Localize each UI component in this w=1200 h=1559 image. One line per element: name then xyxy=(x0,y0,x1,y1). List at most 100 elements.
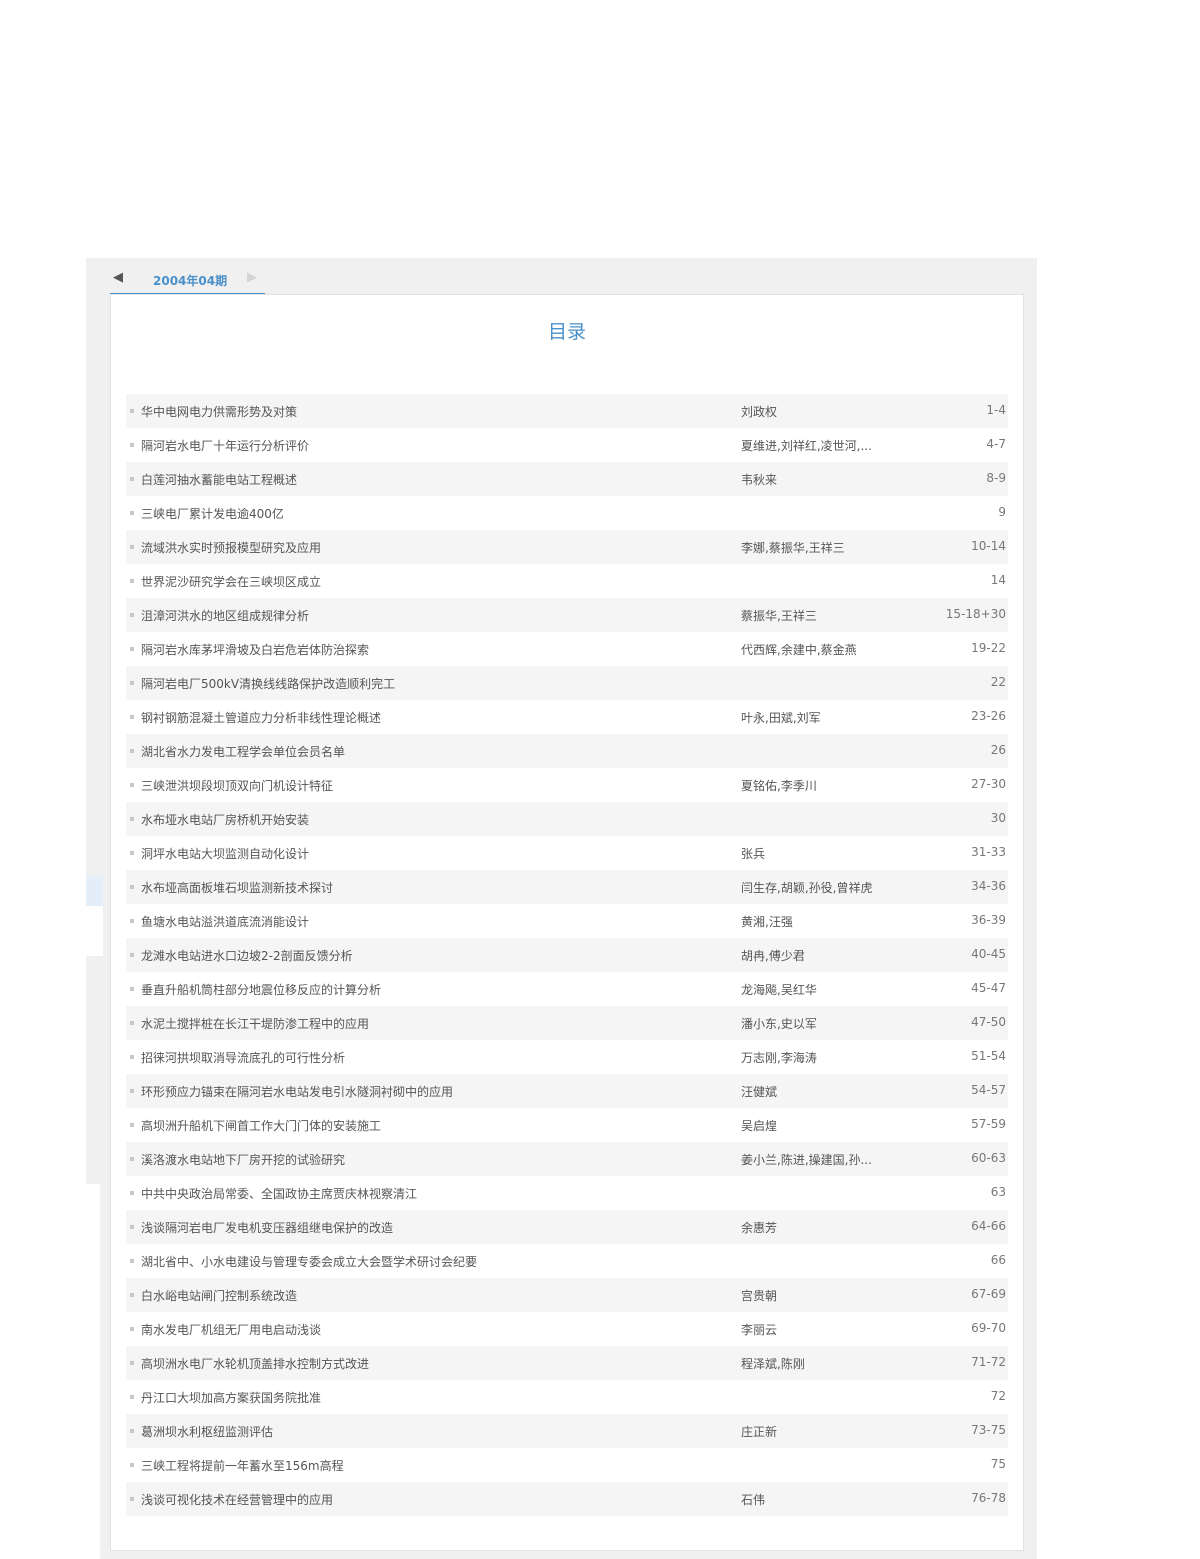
toc-row[interactable]: 鱼塘水电站溢洪道底流消能设计 黄湘,汪强 36-39 xyxy=(126,904,1008,938)
toc-row[interactable]: 环形预应力锚束在隔河岩水电站发电引水隧洞衬砌中的应用 汪健斌 54-57 xyxy=(126,1074,1008,1108)
bullet-icon xyxy=(130,1327,134,1331)
article-title-link[interactable]: 三峡泄洪坝段坝顶双向门机设计特征 xyxy=(141,777,333,794)
article-title-link[interactable]: 三峡工程将提前一年蓄水至156m高程 xyxy=(141,1457,344,1474)
bullet-icon xyxy=(130,1123,134,1127)
article-pages: 57-59 xyxy=(971,1117,1006,1131)
toc-row[interactable]: 浅谈隔河岩电厂发电机变压器组继电保护的改造 余惠芳 64-66 xyxy=(126,1210,1008,1244)
article-title-link[interactable]: 隔河岩水电厂十年运行分析评价 xyxy=(141,437,309,454)
bullet-icon xyxy=(130,545,134,549)
toc-row[interactable]: 隔河岩电厂500kV清换线线路保护改造顺利完工 22 xyxy=(126,666,1008,700)
toc-row[interactable]: 水布垭高面板堆石坝监测新技术探讨 闫生存,胡颖,孙役,曾祥虎 34-36 xyxy=(126,870,1008,904)
article-title-link[interactable]: 湖北省水力发电工程学会单位会员名单 xyxy=(141,743,345,760)
article-pages: 23-26 xyxy=(971,709,1006,723)
toc-row[interactable]: 洞坪水电站大坝监测自动化设计 张兵 31-33 xyxy=(126,836,1008,870)
article-title-link[interactable]: 华中电网电力供需形势及对策 xyxy=(141,403,297,420)
toc-row[interactable]: 南水发电厂机组无厂用电启动浅谈 李丽云 69-70 xyxy=(126,1312,1008,1346)
toc-row[interactable]: 丹江口大坝加高方案获国务院批准 72 xyxy=(126,1380,1008,1414)
article-title-link[interactable]: 高坝洲水电厂水轮机顶盖排水控制方式改进 xyxy=(141,1355,369,1372)
article-pages: 4-7 xyxy=(986,437,1006,451)
toc-row[interactable]: 白莲河抽水蓄能电站工程概述 韦秋来 8-9 xyxy=(126,462,1008,496)
article-title-link[interactable]: 高坝洲升船机下闸首工作大门门体的安装施工 xyxy=(141,1117,381,1134)
article-pages: 1-4 xyxy=(986,403,1006,417)
article-authors: 张兵 xyxy=(741,847,766,861)
article-title-link[interactable]: 白水峪电站闸门控制系统改造 xyxy=(141,1287,297,1304)
toc-row[interactable]: 溪洛渡水电站地下厂房开挖的试验研究 姜小兰,陈进,操建国,孙... 60-63 xyxy=(126,1142,1008,1176)
article-authors: 夏维进,刘祥红,凌世河,... xyxy=(741,439,872,453)
article-title-link[interactable]: 隔河岩水库茅坪滑坡及白岩危岩体防治探索 xyxy=(141,641,369,658)
article-title-link[interactable]: 南水发电厂机组无厂用电启动浅谈 xyxy=(141,1321,321,1338)
article-title-link[interactable]: 白莲河抽水蓄能电站工程概述 xyxy=(141,471,297,488)
toc-row[interactable]: 龙滩水电站进水口边坡2-2剖面反馈分析 胡冉,傅少君 40-45 xyxy=(126,938,1008,972)
toc-panel: 目录 华中电网电力供需形势及对策 刘政权 1-4 隔河岩水电厂十年运行分析评价 夏维进,… xyxy=(110,294,1024,1551)
toc-row[interactable]: 世界泥沙研究学会在三峡坝区成立 14 xyxy=(126,564,1008,598)
toc-row[interactable]: 流域洪水实时预报模型研究及应用 李娜,蔡振华,王祥三 10-14 xyxy=(126,530,1008,564)
toc-row[interactable]: 三峡泄洪坝段坝顶双向门机设计特征 夏铭佑,李季川 27-30 xyxy=(126,768,1008,802)
article-title-link[interactable]: 水布垭高面板堆石坝监测新技术探讨 xyxy=(141,879,333,896)
article-title-link[interactable]: 洞坪水电站大坝监测自动化设计 xyxy=(141,845,309,862)
article-title-link[interactable]: 水布垭水电站厂房桥机开始安装 xyxy=(141,811,309,828)
article-title-link[interactable]: 丹江口大坝加高方案获国务院批准 xyxy=(141,1389,321,1406)
toc-row[interactable]: 浅谈可视化技术在经营管理中的应用 石伟 76-78 xyxy=(126,1482,1008,1516)
toc-row[interactable]: 三峡电厂累计发电逾400亿 9 xyxy=(126,496,1008,530)
article-title-link[interactable]: 湖北省中、小水电建设与管理专委会成立大会暨学术研讨会纪要 xyxy=(141,1253,477,1270)
article-title-link[interactable]: 沮漳河洪水的地区组成规律分析 xyxy=(141,607,309,624)
bullet-icon xyxy=(130,715,134,719)
article-title-link[interactable]: 溪洛渡水电站地下厂房开挖的试验研究 xyxy=(141,1151,345,1168)
article-title-link[interactable]: 浅谈可视化技术在经营管理中的应用 xyxy=(141,1491,333,1508)
toc-row[interactable]: 高坝洲升船机下闸首工作大门门体的安装施工 吴启煌 57-59 xyxy=(126,1108,1008,1142)
article-pages: 27-30 xyxy=(971,777,1006,791)
article-title-link[interactable]: 招徕河拱坝取消导流底孔的可行性分析 xyxy=(141,1049,345,1066)
toc-row[interactable]: 葛洲坝水利枢纽监测评估 庄正新 73-75 xyxy=(126,1414,1008,1448)
triangle-right-icon[interactable]: ▶ xyxy=(247,270,257,285)
article-title-link[interactable]: 龙滩水电站进水口边坡2-2剖面反馈分析 xyxy=(141,947,353,964)
toc-row[interactable]: 湖北省水力发电工程学会单位会员名单 26 xyxy=(126,734,1008,768)
article-title-link[interactable]: 浅谈隔河岩电厂发电机变压器组继电保护的改造 xyxy=(141,1219,393,1236)
article-title-link[interactable]: 三峡电厂累计发电逾400亿 xyxy=(141,505,284,522)
toc-row[interactable]: 钢衬钢筋混凝土管道应力分析非线性理论概述 叶永,田斌,刘军 23-26 xyxy=(126,700,1008,734)
article-authors: 韦秋来 xyxy=(741,473,778,487)
bullet-icon xyxy=(130,783,134,787)
toc-row[interactable]: 水泥土搅拌桩在长江干堤防渗工程中的应用 潘小东,史以军 47-50 xyxy=(126,1006,1008,1040)
article-title-link[interactable]: 水泥土搅拌桩在长江干堤防渗工程中的应用 xyxy=(141,1015,369,1032)
toc-row[interactable]: 三峡工程将提前一年蓄水至156m高程 75 xyxy=(126,1448,1008,1482)
bullet-icon xyxy=(130,919,134,923)
toc-row[interactable]: 隔河岩水库茅坪滑坡及白岩危岩体防治探索 代西辉,余建中,蔡金燕 19-22 xyxy=(126,632,1008,666)
toc-row[interactable]: 招徕河拱坝取消导流底孔的可行性分析 万志刚,李海涛 51-54 xyxy=(126,1040,1008,1074)
article-pages: 67-69 xyxy=(971,1287,1006,1301)
article-authors: 吴启煌 xyxy=(741,1119,778,1133)
toc-row[interactable]: 华中电网电力供需形势及对策 刘政权 1-4 xyxy=(126,394,1008,428)
bullet-icon xyxy=(130,1395,134,1399)
article-title-link[interactable]: 世界泥沙研究学会在三峡坝区成立 xyxy=(141,573,321,590)
article-title-link[interactable]: 葛洲坝水利枢纽监测评估 xyxy=(141,1423,273,1440)
article-pages: 73-75 xyxy=(971,1423,1006,1437)
toc-row[interactable]: 水布垭水电站厂房桥机开始安装 30 xyxy=(126,802,1008,836)
toc-row[interactable]: 高坝洲水电厂水轮机顶盖排水控制方式改进 程泽斌,陈刚 71-72 xyxy=(126,1346,1008,1380)
article-authors: 叶永,田斌,刘军 xyxy=(741,711,821,725)
toc-row[interactable]: 中共中央政治局常委、全国政协主席贾庆林视察清江 63 xyxy=(126,1176,1008,1210)
article-authors: 余惠芳 xyxy=(741,1221,778,1235)
toc-title: 目录 xyxy=(547,321,586,343)
article-pages: 30 xyxy=(990,811,1006,825)
article-title-link[interactable]: 中共中央政治局常委、全国政协主席贾庆林视察清江 xyxy=(141,1185,417,1202)
article-authors: 夏铭佑,李季川 xyxy=(741,779,817,793)
issue-tab[interactable]: 2004年04期 xyxy=(153,272,227,289)
article-title-link[interactable]: 隔河岩电厂500kV清换线线路保护改造顺利完工 xyxy=(141,675,395,692)
triangle-left-icon[interactable]: ◀ xyxy=(113,270,123,285)
toc-row[interactable]: 湖北省中、小水电建设与管理专委会成立大会暨学术研讨会纪要 66 xyxy=(126,1244,1008,1278)
toc-row[interactable]: 沮漳河洪水的地区组成规律分析 蔡振华,王祥三 15-18+30 xyxy=(126,598,1008,632)
toc-row[interactable]: 垂直升船机筒柱部分地震位移反应的计算分析 龙海飚,吴红华 45-47 xyxy=(126,972,1008,1006)
bullet-icon xyxy=(130,1429,134,1433)
issue-tab-bar: ◀ 2004年04期 ▶ xyxy=(110,266,1024,295)
article-title-link[interactable]: 钢衬钢筋混凝土管道应力分析非线性理论概述 xyxy=(141,709,381,726)
bullet-icon xyxy=(130,1157,134,1161)
article-pages: 66 xyxy=(990,1253,1006,1267)
bullet-icon xyxy=(130,511,134,515)
bullet-icon xyxy=(130,1191,134,1195)
article-title-link[interactable]: 环形预应力锚束在隔河岩水电站发电引水隧洞衬砌中的应用 xyxy=(141,1083,453,1100)
toc-row[interactable]: 隔河岩水电厂十年运行分析评价 夏维进,刘祥红,凌世河,... 4-7 xyxy=(126,428,1008,462)
bullet-icon xyxy=(130,1225,134,1229)
toc-row[interactable]: 白水峪电站闸门控制系统改造 宫贵朝 67-69 xyxy=(126,1278,1008,1312)
article-title-link[interactable]: 垂直升船机筒柱部分地震位移反应的计算分析 xyxy=(141,981,381,998)
article-title-link[interactable]: 流域洪水实时预报模型研究及应用 xyxy=(141,539,321,556)
article-title-link[interactable]: 鱼塘水电站溢洪道底流消能设计 xyxy=(141,913,309,930)
